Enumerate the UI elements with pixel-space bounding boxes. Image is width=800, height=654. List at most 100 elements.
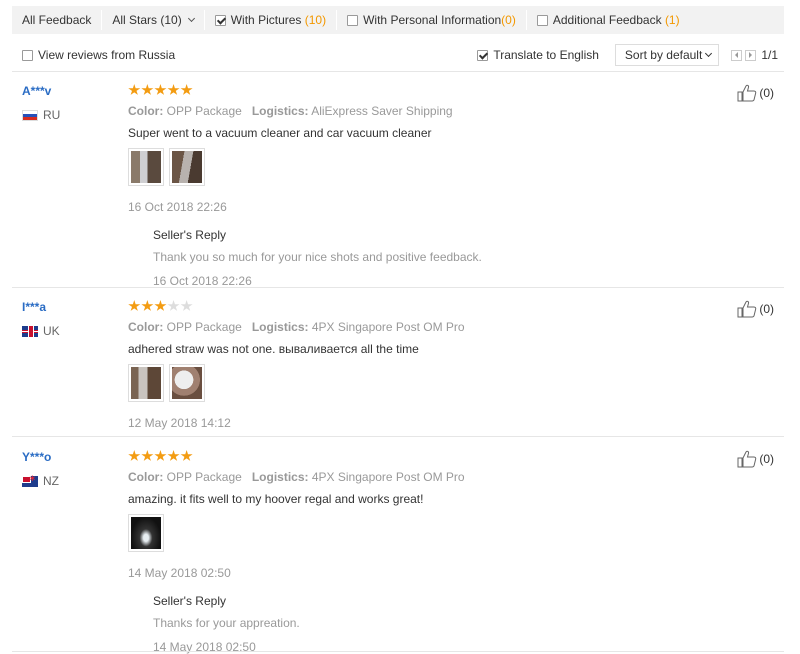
- color-value: OPP Package: [166, 104, 242, 118]
- sort-label: Sort by default: [624, 48, 703, 62]
- filter-bar: All Feedback All Stars (10) With Picture…: [12, 6, 784, 34]
- logistics-label: Logistics:: [251, 320, 309, 334]
- color-label: Color:: [128, 104, 164, 118]
- reviewer-country: RU: [22, 108, 60, 122]
- star-icon: [180, 450, 193, 461]
- helpful-count: (0): [759, 452, 774, 466]
- prev-page-button[interactable]: [731, 49, 743, 61]
- review-photo[interactable]: [128, 148, 164, 186]
- additional-feedback-count: (1): [664, 13, 680, 27]
- thumbs-up-icon: [737, 84, 757, 102]
- color-value: OPP Package: [166, 470, 242, 484]
- logistics-label: Logistics:: [251, 470, 309, 484]
- reviewer-name[interactable]: A***v: [22, 84, 60, 98]
- additional-feedback-filter[interactable]: Additional Feedback (1): [536, 13, 680, 27]
- helpful-button[interactable]: (0): [737, 300, 774, 318]
- all-stars-label: All Stars (10): [112, 13, 182, 27]
- star-icon: [167, 84, 180, 95]
- star-icon: [180, 84, 193, 95]
- flag-nz-icon: [22, 473, 38, 487]
- review-item: I***a UK Color: OPP Package Logistics: 4P…: [12, 300, 784, 437]
- flag-ru-icon: [22, 109, 38, 121]
- personal-info-filter[interactable]: With Personal Information (0): [347, 13, 516, 27]
- seller-reply-text: Thanks for your appreation.: [153, 616, 300, 630]
- review-text: Super went to a vacuum cleaner and car v…: [128, 126, 432, 140]
- additional-feedback-label: Additional Feedback: [552, 13, 662, 27]
- country-code: NZ: [43, 474, 59, 488]
- seller-reply-title: Seller's Reply: [153, 594, 226, 608]
- all-feedback-label: All Feedback: [22, 13, 92, 27]
- country-code: UK: [43, 324, 60, 338]
- with-pictures-filter[interactable]: With Pictures (10): [214, 13, 326, 27]
- divider: [12, 436, 784, 437]
- star-rating: [128, 300, 688, 314]
- divider: [101, 10, 103, 30]
- star-icon: [154, 300, 167, 311]
- with-pictures-label: With Pictures: [230, 13, 302, 27]
- translate-checkbox[interactable]: [477, 49, 489, 61]
- star-rating: [128, 84, 688, 98]
- star-icon: [128, 84, 141, 95]
- flag-uk-icon: [22, 325, 38, 337]
- review-photos: [128, 148, 688, 186]
- reviewer-name[interactable]: Y***o: [22, 450, 59, 464]
- star-icon: [128, 450, 141, 461]
- review-photo[interactable]: [169, 364, 205, 402]
- review-date: 16 Oct 2018 22:26: [128, 200, 227, 214]
- star-icon: [167, 450, 180, 461]
- next-page-button[interactable]: [745, 49, 757, 61]
- review-text: adhered straw was not one. вываливается …: [128, 342, 419, 356]
- reviewer: Y***o NZ: [22, 450, 59, 488]
- personal-info-label: With Personal Information: [363, 13, 502, 27]
- seller-reply: Seller's Reply Thanks for your appreatio…: [153, 594, 688, 654]
- review-body: Color: OPP Package Logistics: AliExpress …: [128, 84, 688, 288]
- chevron-down-icon: [187, 14, 195, 23]
- star-rating: [128, 450, 688, 464]
- helpful-button[interactable]: (0): [737, 84, 774, 102]
- divider: [12, 71, 784, 72]
- reviewer-name[interactable]: I***a: [22, 300, 60, 314]
- helpful-button[interactable]: (0): [737, 450, 774, 468]
- russia-filter[interactable]: View reviews from Russia: [22, 48, 175, 62]
- divider: [12, 651, 784, 652]
- star-icon: [154, 84, 167, 95]
- divider: [525, 10, 527, 30]
- translate-toggle[interactable]: Translate to English: [477, 48, 599, 62]
- seller-reply-text: Thank you so much for your nice shots an…: [153, 250, 482, 264]
- all-stars-select[interactable]: All Stars (10): [112, 13, 195, 27]
- country-code: RU: [43, 108, 61, 122]
- thumbs-up-icon: [737, 300, 757, 318]
- with-pictures-checkbox[interactable]: [214, 14, 226, 26]
- review-photo[interactable]: [128, 364, 164, 402]
- order-info: Color: OPP Package Logistics: AliExpress …: [128, 104, 688, 118]
- logistics-label: Logistics:: [251, 104, 309, 118]
- review-item: Y***o NZ Color: OPP Package Logistics: 4P…: [12, 450, 784, 654]
- additional-feedback-checkbox[interactable]: [536, 14, 548, 26]
- chevron-down-icon: [705, 49, 713, 58]
- personal-info-checkbox[interactable]: [347, 14, 359, 26]
- star-icon: [141, 450, 154, 461]
- review-photos: [128, 514, 688, 552]
- review-date: 12 May 2018 14:12: [128, 416, 231, 430]
- star-icon: [141, 84, 154, 95]
- logistics-value: 4PX Singapore Post OM Pro: [311, 470, 465, 484]
- review-photo[interactable]: [169, 148, 205, 186]
- options-row: View reviews from Russia Translate to En…: [22, 44, 778, 66]
- color-label: Color:: [128, 320, 164, 334]
- star-icon: [154, 450, 167, 461]
- reviewer: A***v RU: [22, 84, 60, 122]
- translate-label: Translate to English: [493, 48, 599, 62]
- star-empty-icon: [180, 300, 193, 311]
- star-icon: [128, 300, 141, 311]
- sort-select[interactable]: Sort by default: [614, 44, 720, 66]
- arrow-right-icon: [749, 52, 753, 58]
- logistics-value: AliExpress Saver Shipping: [311, 104, 453, 118]
- all-feedback-tab[interactable]: All Feedback: [22, 13, 91, 27]
- russia-label: View reviews from Russia: [38, 48, 176, 62]
- review-photo[interactable]: [128, 514, 164, 552]
- helpful-count: (0): [759, 86, 774, 100]
- arrow-left-icon: [735, 52, 739, 58]
- order-info: Color: OPP Package Logistics: 4PX Singapo…: [128, 470, 688, 484]
- divider: [12, 287, 784, 288]
- russia-checkbox[interactable]: [22, 49, 33, 61]
